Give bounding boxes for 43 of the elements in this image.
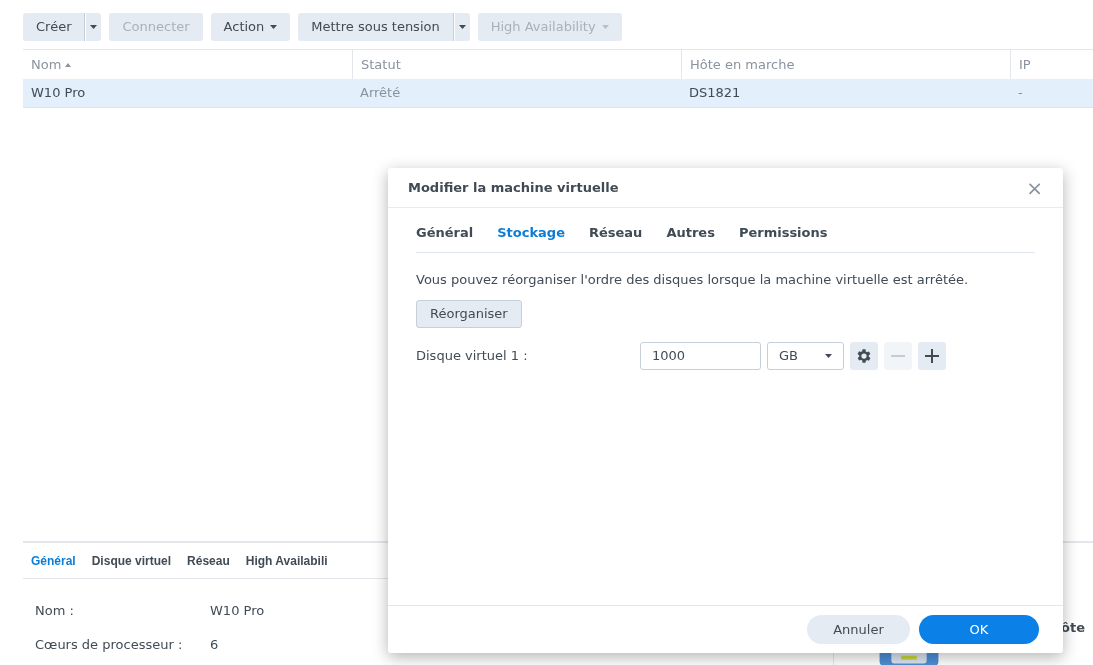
plus-icon	[925, 348, 939, 363]
minus-icon	[891, 354, 905, 357]
cancel-button[interactable]: Annuler	[807, 615, 910, 644]
tab[interactable]: Réseau	[187, 551, 230, 570]
caret-icon	[458, 25, 466, 29]
caret-icon	[601, 25, 609, 29]
tab[interactable]: High Availabili	[245, 551, 328, 570]
card-title: ôte	[1061, 619, 1085, 637]
dropdown-toggle[interactable]	[454, 13, 470, 41]
toolbar-button[interactable]: Créer	[23, 13, 86, 41]
dialog-title: Modifier la machine virtuelle	[408, 178, 619, 197]
field-label: Cœurs de processeur :	[35, 635, 184, 654]
table-cell-text: W10 Pro	[30, 84, 87, 103]
tab[interactable]: Général	[416, 222, 474, 242]
caret-icon	[270, 25, 278, 29]
table-cell-text: -	[1017, 84, 1024, 103]
info-text: Vous pouvez réorganiser l'ordre des disques lorsque la machine virtuelle est arrêtée.	[416, 271, 969, 289]
field-value: 6	[210, 635, 219, 654]
tab[interactable]: Général	[31, 551, 76, 570]
toolbar-button[interactable]: Mettre sous tension	[298, 13, 454, 41]
size-input[interactable]: 1000	[640, 341, 761, 370]
field-label: Nom :	[35, 602, 75, 620]
caret-icon	[90, 25, 98, 29]
table-cell-text: Arrêté	[359, 84, 402, 103]
add-button[interactable]	[918, 341, 946, 370]
toolbar-button[interactable]: Action	[210, 13, 291, 41]
tab[interactable]: Autres	[666, 222, 715, 242]
tab[interactable]: Permissions	[738, 222, 828, 242]
dropdown-toggle[interactable]	[86, 13, 102, 41]
table-row[interactable]: W10 Pro Arrêté DS1821 -	[23, 79, 1093, 108]
reorganize-button[interactable]: Réorganiser	[416, 299, 522, 328]
settings-button[interactable]	[850, 341, 878, 370]
tab[interactable]: Disque virtuel	[91, 551, 172, 570]
settings-icon	[855, 346, 873, 365]
sort-icon	[65, 62, 72, 67]
ok-button[interactable]: OK	[919, 615, 1039, 644]
disk-label: Disque virtuel 1 :	[416, 346, 529, 365]
tab[interactable]: Stockage	[497, 222, 565, 242]
tab[interactable]: Réseau	[588, 222, 643, 242]
table-cell-text: DS1821	[688, 84, 742, 103]
unit-select[interactable]: GB	[767, 341, 844, 370]
caret-icon	[825, 353, 832, 358]
field-value: W10 Pro	[210, 602, 265, 620]
